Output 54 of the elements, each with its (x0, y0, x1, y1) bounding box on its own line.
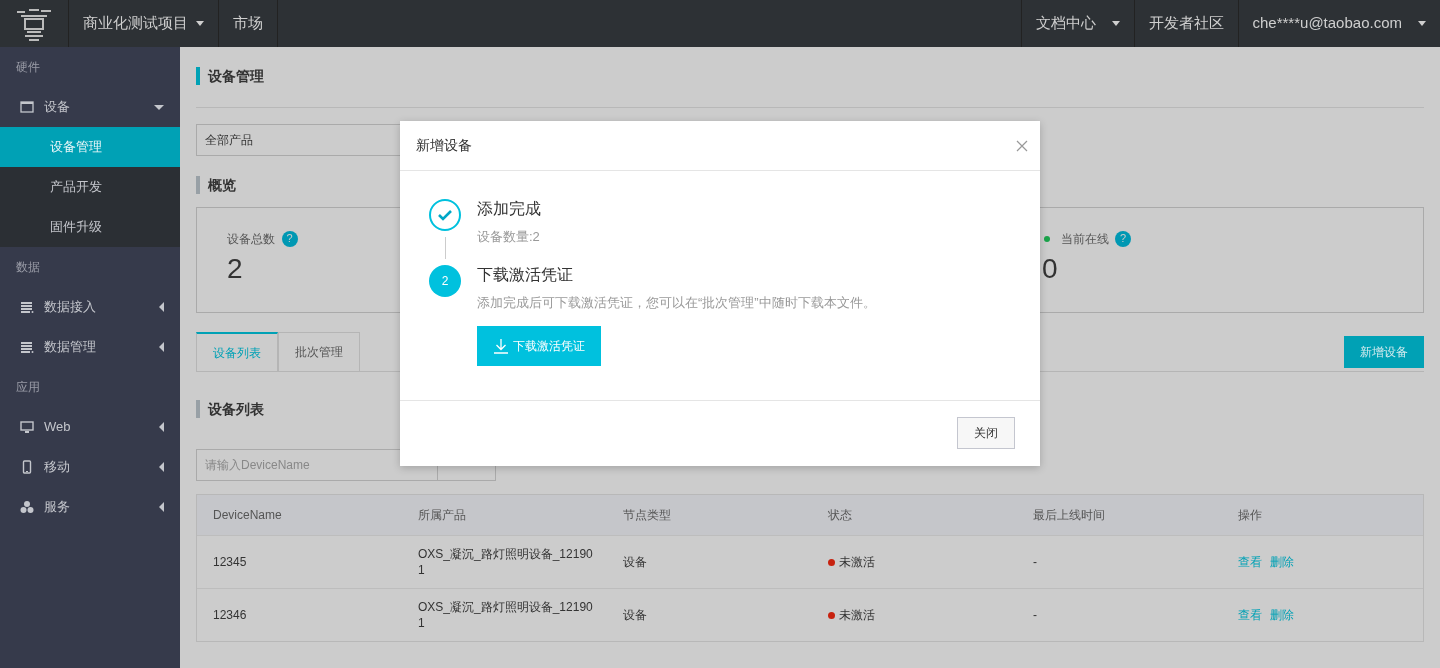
sidebar-item[interactable]: 数据管理 (0, 327, 180, 367)
download-icon (493, 337, 509, 354)
modal-title: 新增设备 (416, 136, 472, 155)
step-title: 添加完成 (477, 199, 541, 219)
table-cell-text: - (1033, 607, 1038, 624)
cluster-icon (20, 500, 34, 514)
stat-label: 设备总数 (227, 230, 275, 248)
nav-menu[interactable]: che****u@taobao.com (1237, 0, 1440, 47)
monitor-icon (20, 420, 34, 434)
close-button[interactable]: 关闭 (957, 417, 1015, 449)
stat-label: 当前在线 (1060, 230, 1109, 248)
nav-menu[interactable]: 市场 (218, 0, 277, 47)
sidebar-subitem[interactable]: 产品开发 (0, 167, 180, 207)
window-icon (20, 100, 34, 114)
step-description: 添加完成后可下载激活凭证，您可以在“批次管理”中随时下载本文件。 (477, 294, 876, 312)
table-cell-text: 12346 (213, 607, 248, 624)
column-header: 状态 (828, 507, 853, 524)
table-cell-text: 设备 (623, 607, 648, 624)
list-icon (20, 300, 34, 314)
sidebar-subitem[interactable]: 固件升级 (0, 207, 180, 247)
column-header: 最后上线时间 (1033, 507, 1106, 524)
nav-menu[interactable]: 文档中心 (1020, 0, 1134, 47)
search-field[interactable]: 请输入DeviceName (196, 449, 438, 481)
step-description: 设备数量:2 (477, 228, 541, 246)
sidebar-item[interactable]: Web (0, 407, 180, 447)
step-title: 下载激活凭证 (477, 265, 574, 285)
status-text: 未激活 (839, 607, 875, 624)
logo-icon (15, 6, 53, 41)
sidebar-item[interactable]: 设备 (0, 87, 180, 127)
column-header: 操作 (1238, 507, 1263, 524)
step-number: 2 (429, 265, 461, 297)
table-cell-text: - (1033, 554, 1038, 571)
nav-menu[interactable]: 开发者社区 (1133, 0, 1238, 47)
table-cell: OXS_凝沉_路灯照明设备_121901 (418, 599, 594, 631)
stat-value: 0 (1042, 251, 1059, 286)
column-header: 所属产品 (418, 507, 467, 524)
tab[interactable]: 批次管理 (278, 332, 360, 371)
table-cell-text: 设备 (623, 554, 648, 571)
section-heading: 数据 (15, 259, 41, 276)
list-icon (20, 340, 34, 354)
page-title: 设备管理 (196, 67, 1424, 85)
column-header: 节点类型 (623, 507, 672, 524)
status-text: 未激活 (839, 554, 875, 571)
stat-value: 2 (227, 251, 244, 286)
section-heading: 应用 (15, 379, 41, 396)
section-heading: 硬件 (15, 59, 41, 76)
phone-icon (20, 460, 34, 474)
sidebar-item[interactable]: 数据接入 (0, 287, 180, 327)
sidebar-item[interactable]: 服务 (0, 487, 180, 527)
table-cell-text: 12345 (213, 554, 248, 571)
column-header: DeviceName (213, 507, 283, 524)
close-icon[interactable] (1016, 139, 1028, 152)
table-cell: OXS_凝沉_路灯照明设备_121901 (418, 546, 594, 578)
sidebar-item[interactable]: 移动 (0, 447, 180, 487)
